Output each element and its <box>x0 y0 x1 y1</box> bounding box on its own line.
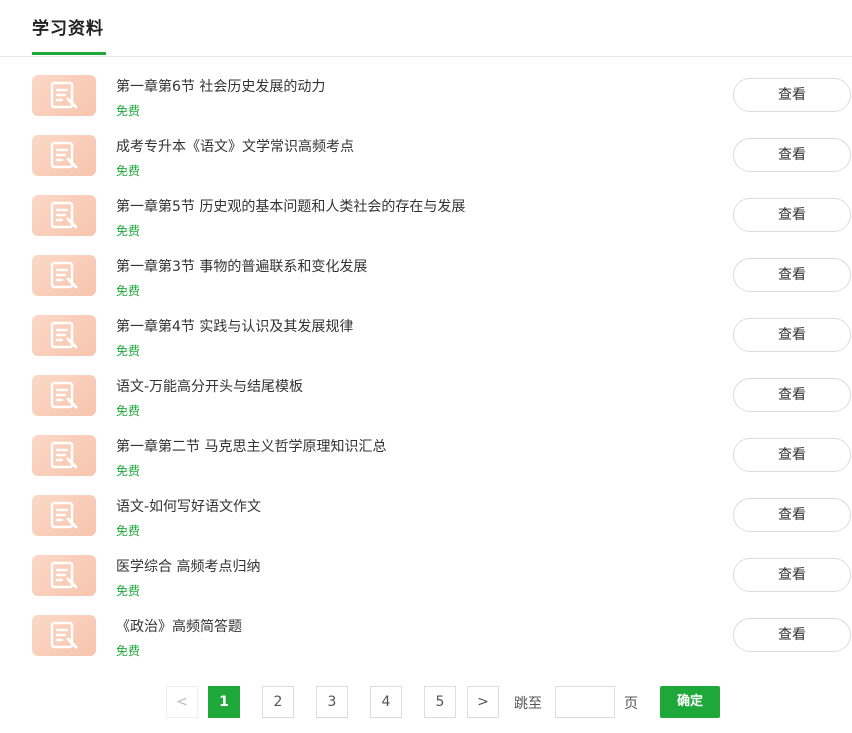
document-icon <box>50 141 78 169</box>
material-thumbnail[interactable] <box>32 75 96 116</box>
view-button[interactable]: 查看 <box>733 258 851 292</box>
section-header: 学习资料 <box>0 0 852 57</box>
price-badge: 免费 <box>116 644 141 658</box>
list-item: 第一章第4节 实践与认识及其发展规律免费 查看 <box>0 306 852 366</box>
document-icon <box>50 321 78 349</box>
list-item: 第一章第6节 社会历史发展的动力免费 查看 <box>0 66 852 126</box>
document-icon <box>50 201 78 229</box>
list-item: 医学综合 高频考点归纳免费 查看 <box>0 546 852 606</box>
material-title[interactable]: 第一章第5节 历史观的基本问题和人类社会的存在与发展 <box>116 196 465 216</box>
jump-page-input[interactable] <box>555 686 615 718</box>
document-icon <box>50 261 78 289</box>
pagination: < 1 2 3 4 5 > 跳至 页 确定 <box>0 686 852 718</box>
view-button[interactable]: 查看 <box>733 318 851 352</box>
material-title[interactable]: 《政治》高频简答题 <box>116 616 242 636</box>
price-badge: 免费 <box>116 104 141 118</box>
material-title[interactable]: 第一章第3节 事物的普遍联系和变化发展 <box>116 256 367 276</box>
material-thumbnail[interactable] <box>32 375 96 416</box>
document-icon <box>50 621 78 649</box>
document-icon <box>50 381 78 409</box>
page-button-4[interactable]: 4 <box>370 686 402 718</box>
page-button-2[interactable]: 2 <box>262 686 294 718</box>
page-button-5[interactable]: 5 <box>424 686 456 718</box>
list-item: 第一章第二节 马克思主义哲学原理知识汇总免费 查看 <box>0 426 852 486</box>
view-button[interactable]: 查看 <box>733 378 851 412</box>
view-button[interactable]: 查看 <box>733 198 851 232</box>
material-thumbnail[interactable] <box>32 135 96 176</box>
view-button[interactable]: 查看 <box>733 558 851 592</box>
material-thumbnail[interactable] <box>32 495 96 536</box>
material-title[interactable]: 语文-万能高分开头与结尾模板 <box>116 376 303 396</box>
view-button[interactable]: 查看 <box>733 78 851 112</box>
price-badge: 免费 <box>116 524 141 538</box>
view-button[interactable]: 查看 <box>733 498 851 532</box>
list-item: 成考专升本《语文》文学常识高频考点免费 查看 <box>0 126 852 186</box>
material-title[interactable]: 语文-如何写好语文作文 <box>116 496 261 516</box>
material-title[interactable]: 第一章第二节 马克思主义哲学原理知识汇总 <box>116 436 386 456</box>
material-title[interactable]: 第一章第4节 实践与认识及其发展规律 <box>116 316 353 336</box>
list-item: 语文-如何写好语文作文免费 查看 <box>0 486 852 546</box>
confirm-jump-button[interactable]: 确定 <box>660 686 720 718</box>
document-icon <box>50 561 78 589</box>
price-badge: 免费 <box>116 284 141 298</box>
document-icon <box>50 501 78 529</box>
material-thumbnail[interactable] <box>32 615 96 656</box>
list-item: 第一章第5节 历史观的基本问题和人类社会的存在与发展免费 查看 <box>0 186 852 246</box>
material-title[interactable]: 第一章第6节 社会历史发展的动力 <box>116 76 325 96</box>
document-icon <box>50 81 78 109</box>
price-badge: 免费 <box>116 344 141 358</box>
material-thumbnail[interactable] <box>32 255 96 296</box>
material-title[interactable]: 医学综合 高频考点归纳 <box>116 556 260 576</box>
material-thumbnail[interactable] <box>32 435 96 476</box>
list-item: 语文-万能高分开头与结尾模板免费 查看 <box>0 366 852 426</box>
list-item: 《政治》高频简答题免费 查看 <box>0 606 852 666</box>
view-button[interactable]: 查看 <box>733 618 851 652</box>
page-unit-label: 页 <box>624 696 638 712</box>
material-list: 第一章第6节 社会历史发展的动力 免费 查看 成考专升本《语文》文学常识高频考点 免费查… <box>0 66 852 666</box>
material-thumbnail[interactable] <box>32 555 96 596</box>
price-badge: 免费 <box>116 164 141 178</box>
view-button[interactable]: 查看 <box>733 138 851 172</box>
material-title[interactable]: 成考专升本《语文》文学常识高频考点 <box>116 136 354 156</box>
page-button-1[interactable]: 1 <box>208 686 240 718</box>
list-item: 第一章第3节 事物的普遍联系和变化发展免费 查看 <box>0 246 852 306</box>
price-badge: 免费 <box>116 224 141 238</box>
material-thumbnail[interactable] <box>32 195 96 236</box>
price-badge: 免费 <box>116 464 141 478</box>
material-thumbnail[interactable] <box>32 315 96 356</box>
page-title: 学习资料 <box>32 19 104 39</box>
next-page-button[interactable]: > <box>467 686 499 718</box>
jump-label: 跳至 <box>514 696 542 712</box>
active-tab-underline <box>32 52 106 55</box>
document-icon <box>50 441 78 469</box>
prev-page-button[interactable]: < <box>166 686 198 718</box>
page-button-3[interactable]: 3 <box>316 686 348 718</box>
price-badge: 免费 <box>116 584 141 598</box>
view-button[interactable]: 查看 <box>733 438 851 472</box>
price-badge: 免费 <box>116 404 141 418</box>
